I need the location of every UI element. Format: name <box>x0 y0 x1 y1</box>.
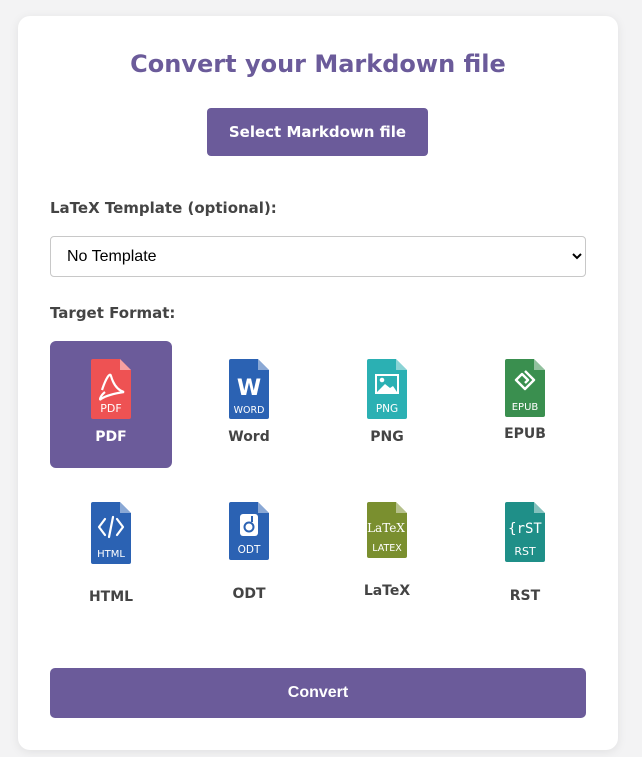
format-option-latex[interactable]: LaTeX LATEX LaTeX <box>326 484 448 611</box>
select-markdown-button[interactable]: Select Markdown file <box>207 108 428 156</box>
odt-icon: ODT <box>229 502 269 560</box>
format-option-html[interactable]: HTML HTML <box>50 484 172 611</box>
latex-badge-text: LATEX <box>372 543 402 554</box>
pdf-icon: PDF <box>91 359 131 419</box>
format-name: RST <box>509 588 541 604</box>
format-name: PDF <box>95 429 127 445</box>
format-option-word[interactable]: W WORD Word <box>188 341 310 468</box>
html-icon: HTML <box>91 502 131 564</box>
convert-button[interactable]: Convert <box>50 668 586 718</box>
format-name: HTML <box>88 589 134 605</box>
format-name: ODT <box>232 586 266 602</box>
epub-icon: EPUB <box>505 359 545 417</box>
format-option-rst[interactable]: {rST RST RST <box>464 484 586 611</box>
format-option-epub[interactable]: EPUB EPUB <box>464 341 586 468</box>
converter-card: Convert your Markdown file Select Markdo… <box>18 16 618 750</box>
pdf-badge-text: PDF <box>100 402 121 415</box>
png-badge-text: PNG <box>376 403 398 415</box>
svg-text:W: W <box>237 376 261 401</box>
target-format-label: Target Format: <box>50 304 176 322</box>
format-option-png[interactable]: PNG PNG <box>326 341 448 468</box>
word-icon: W WORD <box>229 359 269 419</box>
page-title: Convert your Markdown file <box>130 50 506 78</box>
template-label: LaTeX Template (optional): <box>50 199 277 217</box>
word-badge-text: WORD <box>234 405 265 416</box>
format-name: LaTeX <box>363 583 411 599</box>
html-badge-text: HTML <box>97 549 125 560</box>
latex-icon: LaTeX LATEX <box>367 502 407 558</box>
svg-text:{rST: {rST <box>508 521 542 537</box>
epub-badge-text: EPUB <box>512 402 539 413</box>
png-icon: PNG <box>367 359 407 419</box>
odt-badge-text: ODT <box>238 544 261 556</box>
format-option-odt[interactable]: ODT ODT <box>188 484 310 611</box>
rst-icon: {rST RST <box>505 502 545 562</box>
format-name: EPUB <box>504 426 546 442</box>
rst-badge-text: RST <box>514 545 536 558</box>
svg-text:LaTeX: LaTeX <box>367 521 405 535</box>
format-option-pdf[interactable]: PDF PDF <box>50 341 172 468</box>
format-name: PNG <box>370 429 404 445</box>
format-name: Word <box>228 429 270 445</box>
template-select[interactable]: No Template <box>50 236 586 277</box>
